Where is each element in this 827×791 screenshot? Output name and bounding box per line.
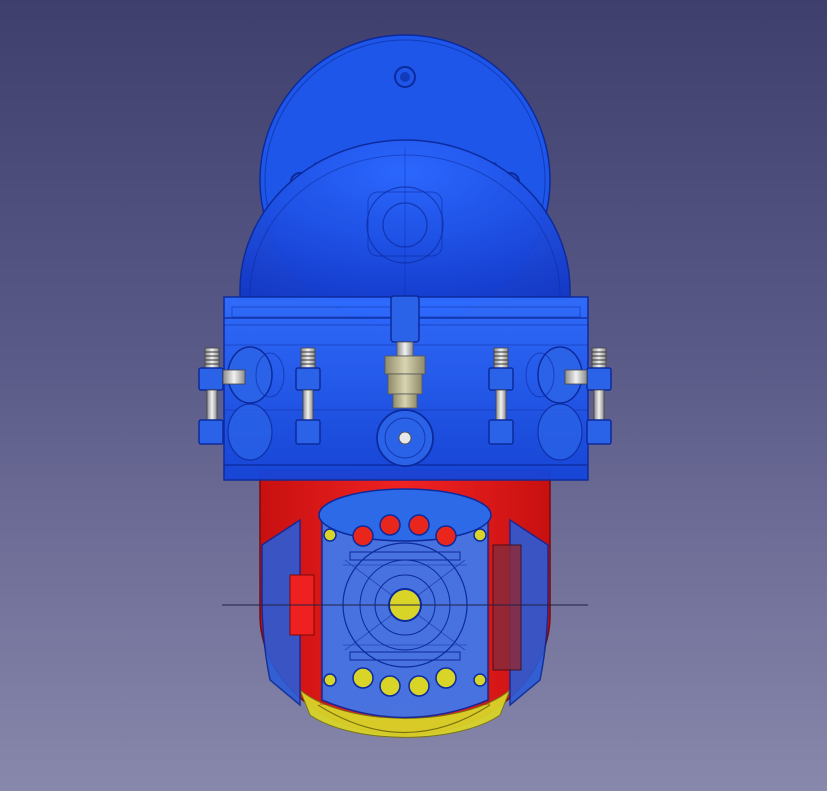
cad-model-view[interactable]	[0, 0, 827, 791]
yellow-pin-1	[352, 667, 374, 689]
red-pin-4	[435, 525, 457, 547]
yellow-pin-4	[435, 667, 457, 689]
connector-module[interactable]	[318, 488, 492, 719]
red-pin-3	[408, 514, 430, 536]
3d-viewport[interactable]	[0, 0, 827, 791]
red-pin-2	[379, 514, 401, 536]
red-pin-1	[352, 525, 374, 547]
yellow-pin-2	[379, 675, 401, 697]
yellow-pin-3	[408, 675, 430, 697]
